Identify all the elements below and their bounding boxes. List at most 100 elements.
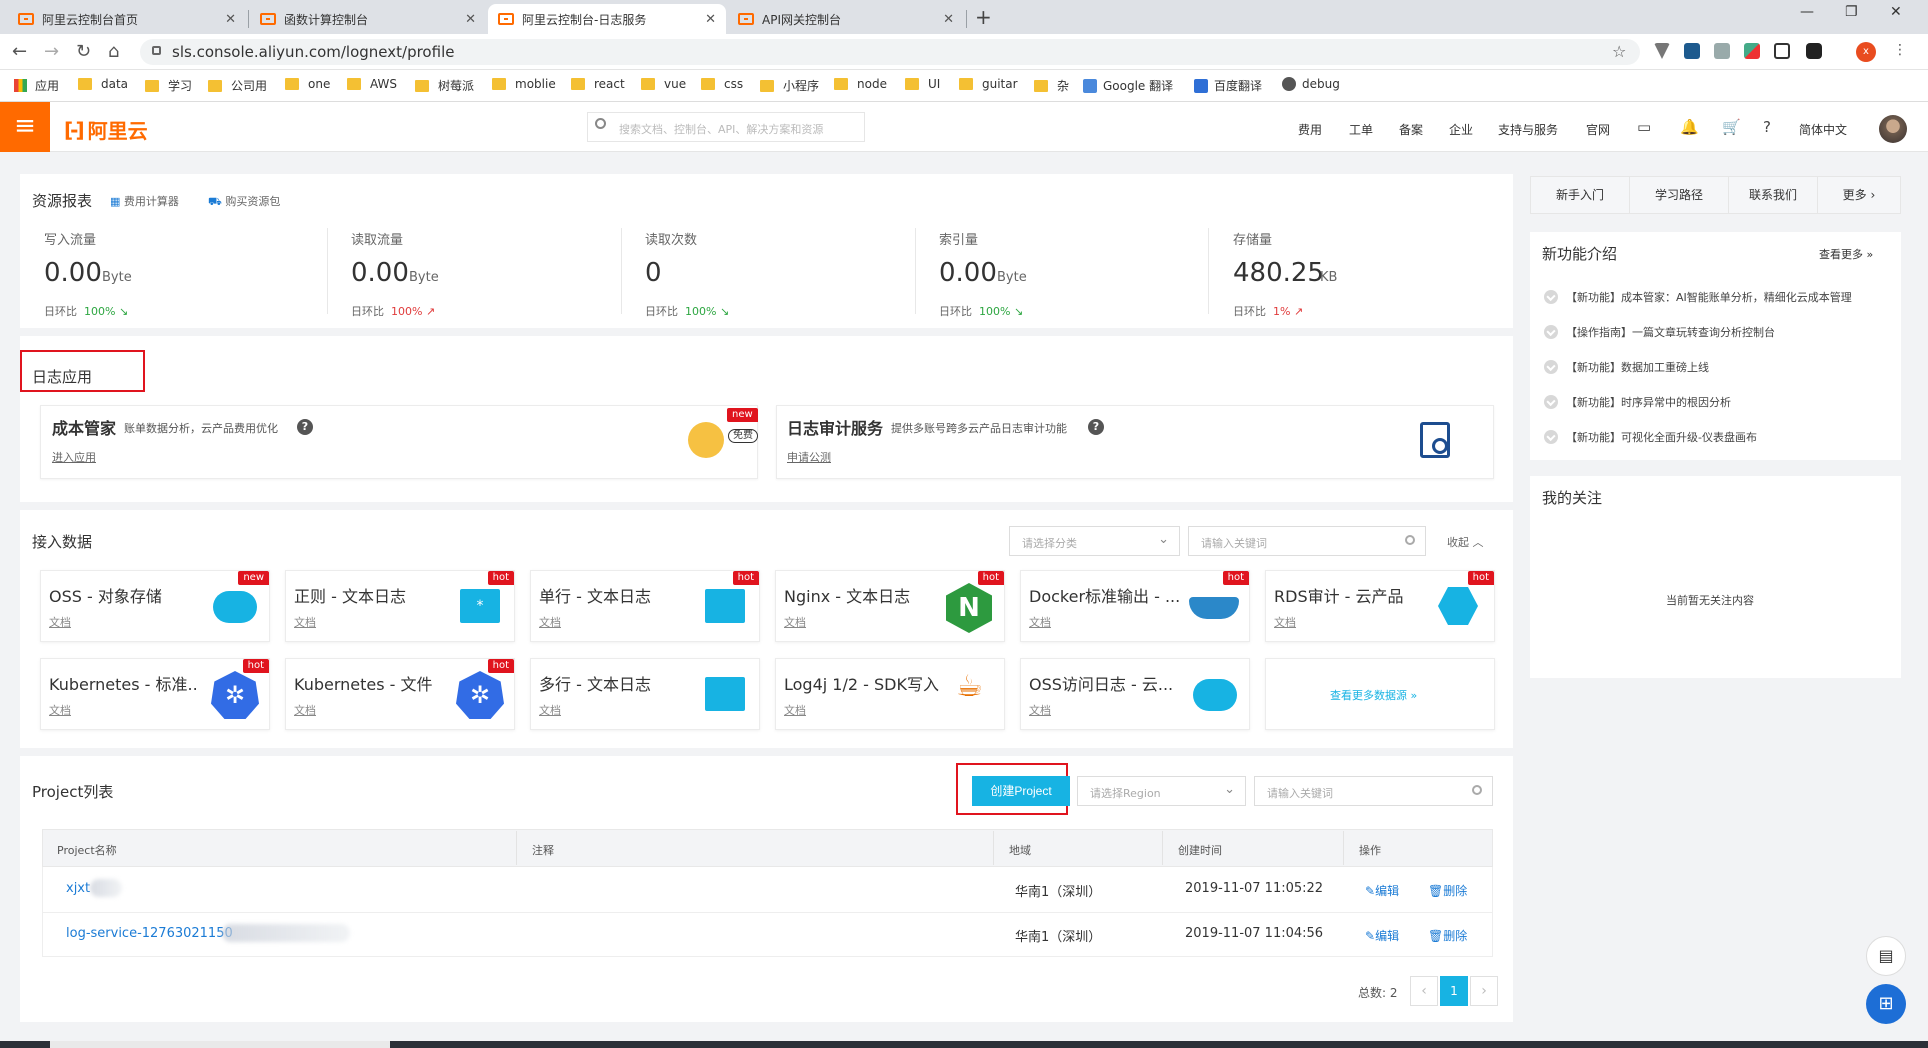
bookmark-folder[interactable]: 公司用	[208, 77, 267, 94]
nav-support[interactable]: 支持与服务	[1498, 121, 1558, 138]
bookmark-folder[interactable]: css	[701, 77, 743, 91]
more-sources-link[interactable]: 查看更多数据源 »	[1330, 687, 1417, 703]
category-select[interactable]: 请选择分类 ⌄	[1009, 526, 1180, 556]
source-card-rds-audit[interactable]: RDS审计 - 云产品 文档 hot	[1265, 570, 1495, 642]
new-tab-icon[interactable]: +	[975, 5, 992, 29]
feature-item[interactable]: 【操作指南】一篇文章玩转查询分析控制台	[1544, 324, 1775, 340]
doc-link[interactable]: 文档	[49, 702, 71, 718]
more-sources-card[interactable]: 查看更多数据源 »	[1265, 658, 1495, 730]
edit-project-link[interactable]: ✎编辑	[1365, 927, 1399, 944]
aliyun-logo[interactable]: [-] 阿里云	[64, 115, 148, 144]
doc-link[interactable]: 文档	[784, 702, 806, 718]
ingest-keyword-input[interactable]: 请输入关键词	[1188, 526, 1426, 556]
project-name-link[interactable]: log-service-12763021150	[66, 926, 233, 941]
source-card-multi-line-log[interactable]: 多行 - 文本日志 文档	[530, 658, 760, 730]
doc-link[interactable]: 文档	[1274, 614, 1296, 630]
feature-item[interactable]: 【新功能】成本管家：AI智能账单分析，精细化云成本管理	[1544, 289, 1852, 305]
feature-item[interactable]: 【新功能】时序异常中的根因分析	[1544, 394, 1731, 410]
close-window-icon[interactable]: ✕	[1890, 4, 1902, 20]
bookmark-folder[interactable]: UI	[905, 77, 940, 91]
prev-page-button[interactable]: ‹	[1410, 976, 1438, 1006]
browser-tab[interactable]: 函数计算控制台 ✕	[250, 4, 486, 34]
terminal-icon[interactable]: ▭	[1637, 118, 1651, 136]
source-card-k8s-stdout[interactable]: Kubernetes - 标准... 文档 hot ✲	[40, 658, 270, 730]
bookmark-folder[interactable]: one	[285, 77, 330, 91]
doc-link[interactable]: 文档	[784, 614, 806, 630]
nav-website[interactable]: 官网	[1586, 121, 1610, 138]
extension-icon[interactable]	[1714, 43, 1730, 59]
tab-getting-started[interactable]: 新手入门	[1530, 176, 1630, 214]
user-avatar[interactable]	[1879, 115, 1907, 143]
extension-icon[interactable]	[1806, 43, 1822, 59]
feature-item[interactable]: 【新功能】可视化全面升级-仪表盘画布	[1544, 429, 1757, 445]
tab-contact-us[interactable]: 联系我们	[1728, 176, 1818, 214]
quick-nav-grid-icon[interactable]: ⊞	[1866, 984, 1906, 1024]
doc-link[interactable]: 文档	[1029, 702, 1051, 718]
help-circle-icon[interactable]: ?	[1088, 419, 1104, 435]
bookmark-star-icon[interactable]: ☆	[1612, 42, 1626, 61]
app-card-log-audit[interactable]	[776, 405, 1494, 479]
browser-menu-icon[interactable]: ⋮	[1893, 42, 1907, 58]
source-card-log4j[interactable]: Log4j 1/2 - SDK写入 文档 ☕	[775, 658, 1005, 730]
reload-icon[interactable]: ↻	[76, 41, 91, 62]
tab-more[interactable]: 更多 ›	[1817, 176, 1901, 214]
nav-billing[interactable]: 费用	[1298, 121, 1322, 138]
features-more-link[interactable]: 查看更多 »	[1819, 246, 1873, 262]
tab-learning-path[interactable]: 学习路径	[1629, 176, 1729, 214]
region-select[interactable]: 请选择Region ⌄	[1077, 776, 1246, 806]
source-card-single-line-log[interactable]: 单行 - 文本日志 文档 hot	[530, 570, 760, 642]
source-card-nginx[interactable]: Nginx - 文本日志 文档 hot N	[775, 570, 1005, 642]
browser-tab[interactable]: 阿里云控制台首页 ✕	[8, 4, 246, 34]
close-tab-icon[interactable]: ✕	[465, 12, 476, 27]
delete-project-link[interactable]: 🗑删除	[1428, 882, 1467, 899]
doc-link[interactable]: 文档	[539, 614, 561, 630]
create-project-button[interactable]: 创建Project	[972, 776, 1070, 806]
doc-link[interactable]: 文档	[294, 702, 316, 718]
browser-tab-active[interactable]: 阿里云控制台-日志服务 ✕	[488, 4, 726, 34]
source-card-regex-log[interactable]: 正则 - 文本日志 文档 hot *	[285, 570, 515, 642]
back-icon[interactable]: ←	[12, 41, 27, 62]
delete-project-link[interactable]: 🗑删除	[1428, 927, 1467, 944]
page-1-button[interactable]: 1	[1440, 976, 1468, 1006]
doc-link[interactable]: 文档	[294, 614, 316, 630]
bookmark-folder[interactable]: 学习	[145, 77, 192, 94]
apply-beta-link[interactable]: 申请公测	[787, 449, 831, 465]
next-page-button[interactable]: ›	[1470, 976, 1498, 1006]
bookmark-baidu-translate[interactable]: 百度翻译	[1194, 77, 1262, 94]
project-keyword-input[interactable]: 请输入关键词	[1254, 776, 1493, 806]
bookmark-folder[interactable]: 杂	[1034, 77, 1069, 94]
doc-link[interactable]: 文档	[49, 614, 71, 630]
bookmark-apps[interactable]: 应用	[14, 77, 59, 94]
nav-icp[interactable]: 备案	[1399, 121, 1423, 138]
bookmark-folder[interactable]: react	[571, 77, 625, 91]
bookmark-folder[interactable]: AWS	[347, 77, 397, 91]
nav-enterprise[interactable]: 企业	[1449, 121, 1473, 138]
menu-hamburger-icon[interactable]: ≡	[0, 102, 50, 152]
bookmark-folder[interactable]: 树莓派	[415, 77, 474, 94]
enter-app-link[interactable]: 进入应用	[52, 449, 96, 465]
source-card-oss-access-log[interactable]: OSS访问日志 - 云... 文档	[1020, 658, 1250, 730]
source-card-docker[interactable]: Docker标准输出 - ... 文档 hot	[1020, 570, 1250, 642]
project-name-link[interactable]: xjxt	[66, 881, 90, 896]
help-circle-icon[interactable]: ?	[297, 419, 313, 435]
forward-icon[interactable]: →	[44, 41, 59, 62]
doc-link[interactable]: 文档	[1029, 614, 1051, 630]
feature-item[interactable]: 【新功能】数据加工重磅上线	[1544, 359, 1709, 375]
bookmark-folder[interactable]: guitar	[959, 77, 1018, 91]
bookmark-google-translate[interactable]: Google 翻译	[1083, 77, 1173, 94]
buy-package-link[interactable]: ⛟ 购买资源包	[208, 193, 280, 210]
help-icon[interactable]: ?	[1763, 118, 1771, 136]
source-card-k8s-file[interactable]: Kubernetes - 文件 文档 hot ✲	[285, 658, 515, 730]
browser-tab[interactable]: API网关控制台 ✕	[728, 4, 964, 34]
nav-tickets[interactable]: 工单	[1349, 121, 1373, 138]
restore-icon[interactable]: ❐	[1845, 4, 1858, 20]
close-tab-icon[interactable]: ✕	[705, 12, 716, 27]
minimize-icon[interactable]: —	[1800, 4, 1814, 20]
profile-avatar[interactable]: x	[1856, 42, 1876, 62]
feedback-chat-icon[interactable]: ▤	[1866, 936, 1906, 976]
cost-calculator-link[interactable]: ▦ 费用计算器	[110, 193, 179, 209]
language-switch[interactable]: 简体中文	[1799, 121, 1847, 138]
bookmark-folder[interactable]: moblie	[492, 77, 556, 91]
bookmark-folder[interactable]: node	[834, 77, 887, 91]
bookmark-debug[interactable]: debug	[1282, 77, 1340, 91]
